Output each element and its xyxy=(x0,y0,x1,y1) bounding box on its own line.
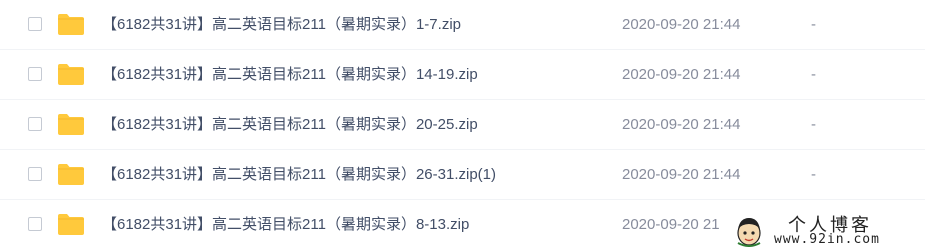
file-size: - xyxy=(811,116,816,133)
modified-date: 2020-09-20 21:44 xyxy=(622,66,741,83)
file-row[interactable]: 【6182共31讲】高二英语目标211（暑期实录）26-31.zip(1) 20… xyxy=(0,150,925,200)
row-checkbox[interactable] xyxy=(28,217,42,231)
modified-date: 2020-09-20 21:44 xyxy=(622,16,741,33)
folder-icon xyxy=(58,64,84,85)
row-checkbox[interactable] xyxy=(28,117,42,131)
row-checkbox[interactable] xyxy=(28,17,42,31)
blog-watermark: 个人博客 www.92in.com xyxy=(728,211,925,251)
folder-icon xyxy=(58,214,84,235)
folder-icon xyxy=(58,14,84,35)
mascot-icon xyxy=(734,215,764,247)
file-row[interactable]: 【6182共31讲】高二英语目标211（暑期实录）1-7.zip 2020-09… xyxy=(0,0,925,50)
file-name[interactable]: 【6182共31讲】高二英语目标211（暑期实录）8-13.zip xyxy=(102,215,469,235)
file-name[interactable]: 【6182共31讲】高二英语目标211（暑期实录）1-7.zip xyxy=(102,15,461,35)
folder-icon xyxy=(58,164,84,185)
modified-date: 2020-09-20 21:44 xyxy=(622,116,741,133)
row-checkbox[interactable] xyxy=(28,67,42,81)
file-row[interactable]: 【6182共31讲】高二英语目标211（暑期实录）14-19.zip 2020-… xyxy=(0,50,925,100)
file-size: - xyxy=(811,166,816,183)
folder-icon xyxy=(58,114,84,135)
modified-date: 2020-09-20 21:44 xyxy=(622,166,741,183)
file-name[interactable]: 【6182共31讲】高二英语目标211（暑期实录）26-31.zip(1) xyxy=(102,165,496,185)
file-size: - xyxy=(811,16,816,33)
file-name[interactable]: 【6182共31讲】高二英语目标211（暑期实录）14-19.zip xyxy=(102,65,478,85)
file-row[interactable]: 【6182共31讲】高二英语目标211（暑期实录）20-25.zip 2020-… xyxy=(0,100,925,150)
modified-date: 2020-09-20 21 xyxy=(622,216,720,233)
watermark-url: www.92in.com xyxy=(774,232,880,247)
row-checkbox[interactable] xyxy=(28,167,42,181)
file-name[interactable]: 【6182共31讲】高二英语目标211（暑期实录）20-25.zip xyxy=(102,115,478,135)
file-size: - xyxy=(811,66,816,83)
